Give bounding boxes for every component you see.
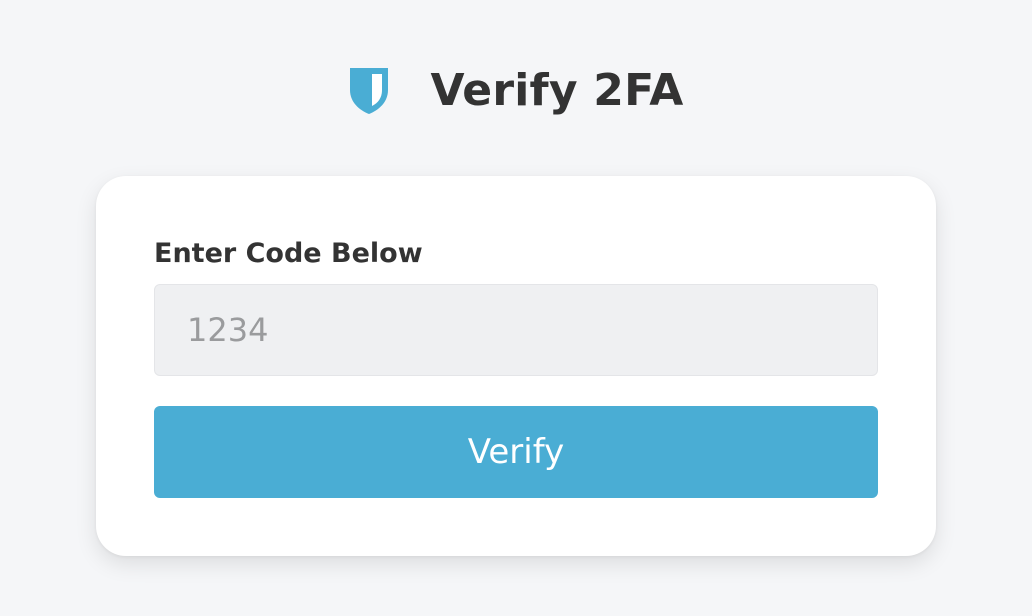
- verify-button[interactable]: Verify: [154, 406, 878, 498]
- verify-card: Enter Code Below Verify: [96, 176, 936, 556]
- shield-icon: [348, 66, 390, 116]
- code-input[interactable]: [154, 284, 878, 376]
- code-field-label: Enter Code Below: [154, 238, 423, 269]
- page-header: Verify 2FA: [0, 56, 1032, 126]
- page-title: Verify 2FA: [430, 65, 684, 116]
